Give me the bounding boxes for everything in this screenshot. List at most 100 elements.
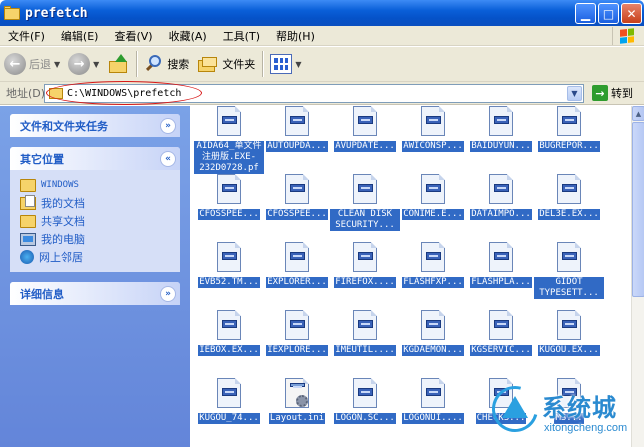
file-item[interactable]: KGSERVIC... (466, 310, 536, 356)
file-item[interactable]: EXPLORER... (262, 242, 332, 288)
scroll-up-icon[interactable]: ▲ (632, 106, 644, 121)
file-item[interactable]: CFOSSPEE... (262, 174, 332, 220)
folders-label: 文件夹 (222, 58, 256, 71)
chevron-down-icon[interactable]: » (160, 285, 176, 302)
views-dropdown-icon[interactable]: ▼ (295, 60, 301, 69)
place-shared-documents[interactable]: 共享文档 (20, 212, 170, 230)
file-item[interactable]: FLASHFXP... (398, 242, 468, 288)
prefetch-file-icon (419, 106, 447, 138)
file-item[interactable]: Layout.ini (262, 378, 332, 424)
file-name: BUGREPOR... (538, 141, 600, 152)
file-name: CLEAN DISK SECURITY... (330, 209, 400, 231)
file-item[interactable]: CONIME.E... (398, 174, 468, 220)
scroll-thumb[interactable] (632, 122, 644, 297)
chevron-down-icon[interactable]: » (160, 117, 176, 134)
menu-tools[interactable]: 工具(T) (215, 28, 268, 44)
file-item[interactable]: AUTOUPDA... (262, 106, 332, 152)
address-bar: 地址(D) C:\WINDOWS\prefetch ▼ → 转到 (0, 82, 644, 105)
file-name: EVB52.TM... (198, 277, 260, 288)
menu-view[interactable]: 查看(V) (106, 28, 160, 44)
file-item[interactable]: CFOSSPEE... (194, 174, 264, 220)
prefetch-file-icon (283, 174, 311, 206)
network-icon (20, 250, 34, 264)
place-network[interactable]: 网上邻居 (20, 248, 170, 266)
search-icon (144, 54, 164, 74)
search-button[interactable]: 搜索 (140, 49, 193, 79)
chevron-up-icon[interactable]: « (160, 150, 176, 167)
file-item[interactable]: EVB52.TM... (194, 242, 264, 288)
back-dropdown-icon[interactable]: ▼ (54, 60, 60, 69)
file-item[interactable]: BUGREPOR... (534, 106, 604, 152)
file-item[interactable]: IEBOX.EX... (194, 310, 264, 356)
file-item[interactable]: BAIDUYUN... (466, 106, 536, 152)
toolbar: ← 后退 ▼ → ▼ 搜索 文件夹 ▼ (0, 47, 644, 82)
prefetch-file-icon (555, 106, 583, 138)
prefetch-file-icon (351, 310, 379, 342)
my-documents-icon (20, 194, 36, 210)
place-my-documents[interactable]: 我的文档 (20, 194, 170, 212)
folders-button[interactable]: 文件夹 (193, 49, 259, 79)
file-item[interactable]: KUGOU.EX... (534, 310, 604, 356)
back-button[interactable]: ← 后退 ▼ (0, 49, 64, 79)
file-name: EXPLORER... (266, 277, 328, 288)
file-item[interactable]: KUGOU_74... (194, 378, 264, 424)
windows-flag-icon (619, 28, 634, 44)
prefetch-file-icon (351, 378, 379, 410)
file-name: KGDAEMON... (402, 345, 464, 356)
file-item[interactable]: IEXPLORE... (262, 310, 332, 356)
prefetch-file-icon (351, 106, 379, 138)
search-label: 搜索 (167, 58, 190, 71)
place-label: 我的文档 (41, 197, 85, 210)
file-name: CONIME.E... (402, 209, 464, 220)
address-value: C:\WINDOWS\prefetch (67, 87, 182, 99)
file-item[interactable]: FLASHPLA... (466, 242, 536, 288)
file-item[interactable]: AWICONSP... (398, 106, 468, 152)
place-windows[interactable]: WINDOWS (20, 176, 170, 194)
toolbar-separator (262, 51, 264, 77)
menu-edit[interactable]: 编辑(E) (53, 28, 107, 44)
up-button[interactable] (103, 49, 133, 79)
file-item[interactable]: FIREFOX.... (330, 242, 400, 288)
file-item[interactable]: GIDOT TYPESETT... (534, 242, 604, 299)
menu-favorites[interactable]: 收藏(A) (161, 28, 215, 44)
go-button[interactable]: → 转到 (592, 85, 633, 101)
file-name: CFOSSPEE... (198, 209, 260, 220)
menu-help[interactable]: 帮助(H) (268, 28, 323, 44)
details-header[interactable]: 详细信息 » (10, 282, 180, 305)
file-tasks-panel: 文件和文件夹任务 » (10, 114, 180, 137)
views-button[interactable]: ▼ (266, 49, 305, 79)
file-item[interactable]: KGDAEMON... (398, 310, 468, 356)
prefetch-file-icon (351, 242, 379, 274)
minimize-button[interactable]: ▁ (575, 3, 596, 24)
address-dropdown-icon[interactable]: ▼ (567, 85, 582, 101)
address-input[interactable]: C:\WINDOWS\prefetch ▼ (44, 83, 584, 103)
maximize-button[interactable]: □ (598, 3, 619, 24)
file-item[interactable]: AIDA64_单文件注册版.EXE-232D0728.pf (194, 106, 264, 174)
watermark: 系统城 xitongcheng.com (478, 377, 644, 447)
file-item[interactable]: LOGONUI.... (398, 378, 468, 424)
prefetch-file-icon (487, 242, 515, 274)
file-item[interactable]: DEL3E.EX... (534, 174, 604, 220)
forward-button[interactable]: → ▼ (64, 49, 103, 79)
file-name: FLASHFXP... (402, 277, 464, 288)
file-item[interactable]: AVUPDATE... (330, 106, 400, 152)
prefetch-file-icon (487, 106, 515, 138)
title-bar[interactable]: prefetch ▁ □ ✕ (0, 0, 644, 26)
prefetch-file-icon (215, 378, 243, 410)
file-name: DEL3E.EX... (538, 209, 600, 220)
task-pane: 文件和文件夹任务 » 其它位置 « WINDOWS 我的文档 共享文档 我的电脑… (0, 106, 190, 447)
file-name: IMEUTIL.... (334, 345, 396, 356)
prefetch-file-icon (419, 378, 447, 410)
prefetch-file-icon (215, 310, 243, 342)
forward-dropdown-icon[interactable]: ▼ (93, 60, 99, 69)
file-tasks-header[interactable]: 文件和文件夹任务 » (10, 114, 180, 137)
file-item[interactable]: DATAIMPO... (466, 174, 536, 220)
menu-file[interactable]: 文件(F) (0, 28, 53, 44)
details-title: 详细信息 (20, 287, 64, 301)
close-button[interactable]: ✕ (621, 3, 642, 24)
file-item[interactable]: CLEAN DISK SECURITY... (330, 174, 400, 231)
place-my-computer[interactable]: 我的电脑 (20, 230, 170, 248)
other-places-header[interactable]: 其它位置 « (10, 147, 180, 170)
file-item[interactable]: IMEUTIL.... (330, 310, 400, 356)
file-item[interactable]: LOGON.SC... (330, 378, 400, 424)
